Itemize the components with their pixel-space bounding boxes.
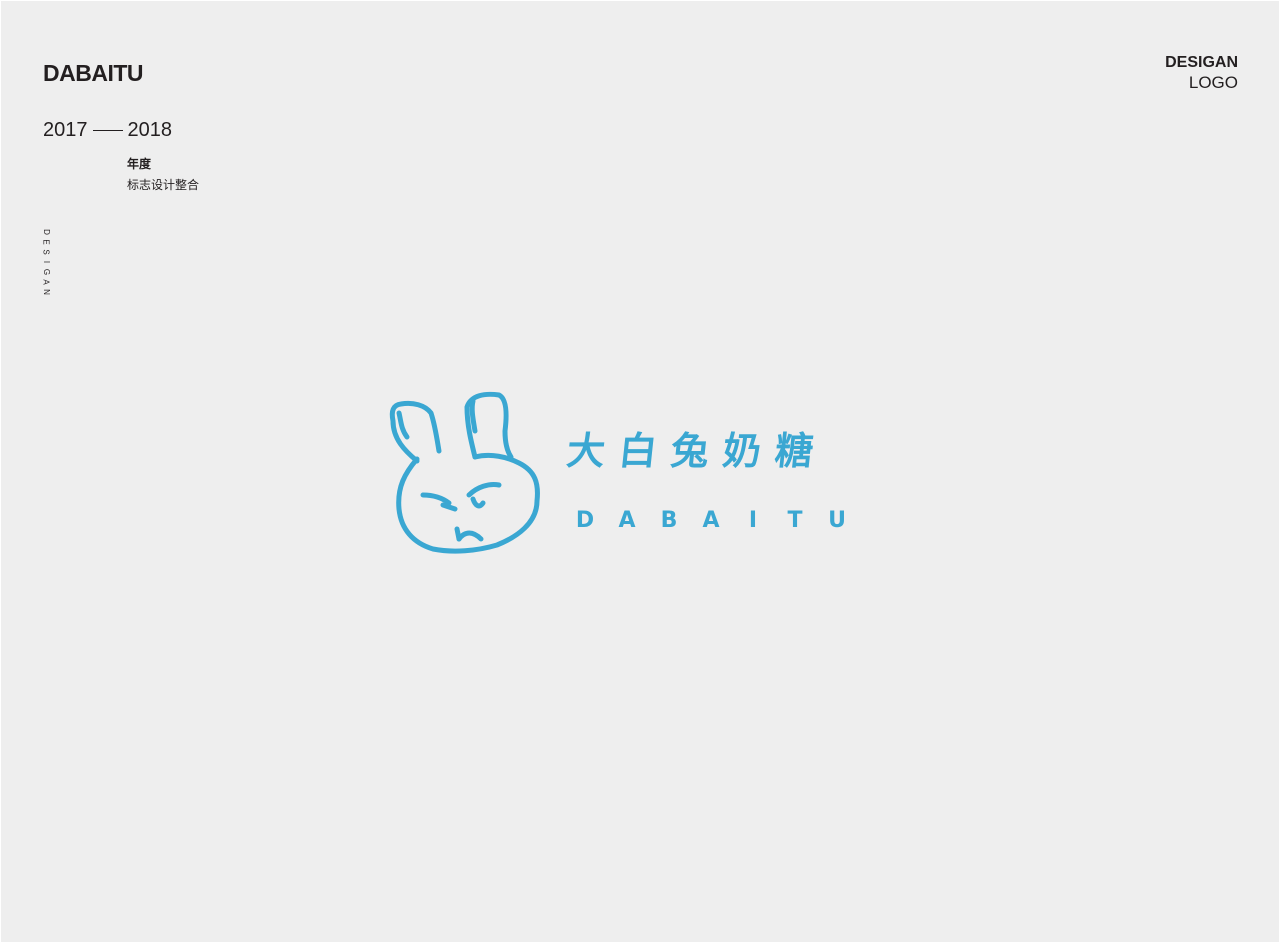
brand-title: DABAITU xyxy=(43,60,144,86)
logo-latin-letter: D xyxy=(575,508,595,533)
logo-latin-letter: A xyxy=(618,508,636,533)
vertical-letter: A xyxy=(42,279,51,285)
vertical-letter: I xyxy=(41,260,51,264)
logo-latin-letter: T xyxy=(787,508,803,533)
logo-latin-letter: B xyxy=(660,508,678,533)
logo-chinese-char: 大 xyxy=(564,429,608,473)
corner-title-line-2: LOGO xyxy=(1188,73,1238,92)
logo-latin-letter: A xyxy=(702,508,720,533)
logo-latin-letter: I xyxy=(748,508,758,533)
logo-chinese-char: 白 xyxy=(616,429,660,473)
rabbit-face-icon xyxy=(389,391,540,554)
corner-title-line-1: DESIGAN xyxy=(1165,54,1238,71)
logo-chinese-wordmark: 大 白 兔 奶 糖 xyxy=(564,427,816,475)
vertical-letter: E xyxy=(42,239,51,245)
annual-label: 年度 xyxy=(127,157,152,171)
vertical-letter: N xyxy=(42,289,51,295)
logo-chinese-char: 奶 xyxy=(720,429,764,473)
year-dash-divider xyxy=(92,129,123,131)
brand-logo: 大 白 兔 奶 糖 D A B A I T U xyxy=(387,391,897,556)
subtitle: 标志设计整合 xyxy=(127,178,200,192)
poster-page: DABAITU 2017 2018 年度 标志设计整合 D E S I G A … xyxy=(1,1,1279,942)
year-start: 2017 xyxy=(43,119,88,141)
year-range: 2017 2018 xyxy=(43,118,172,142)
vertical-letter: D xyxy=(42,229,51,235)
vertical-letter: S xyxy=(42,249,51,255)
logo-chinese-char: 兔 xyxy=(668,429,712,473)
vertical-design-label: D E S I G A N xyxy=(37,227,55,307)
logo-chinese-char: 糖 xyxy=(772,429,816,473)
logo-latin-wordmark: D A B A I T U xyxy=(575,508,847,534)
logo-latin-letter: U xyxy=(828,508,846,533)
year-end: 2018 xyxy=(127,119,173,141)
corner-title: DESIGAN LOGO xyxy=(1165,53,1238,93)
vertical-letter: G xyxy=(41,268,51,276)
